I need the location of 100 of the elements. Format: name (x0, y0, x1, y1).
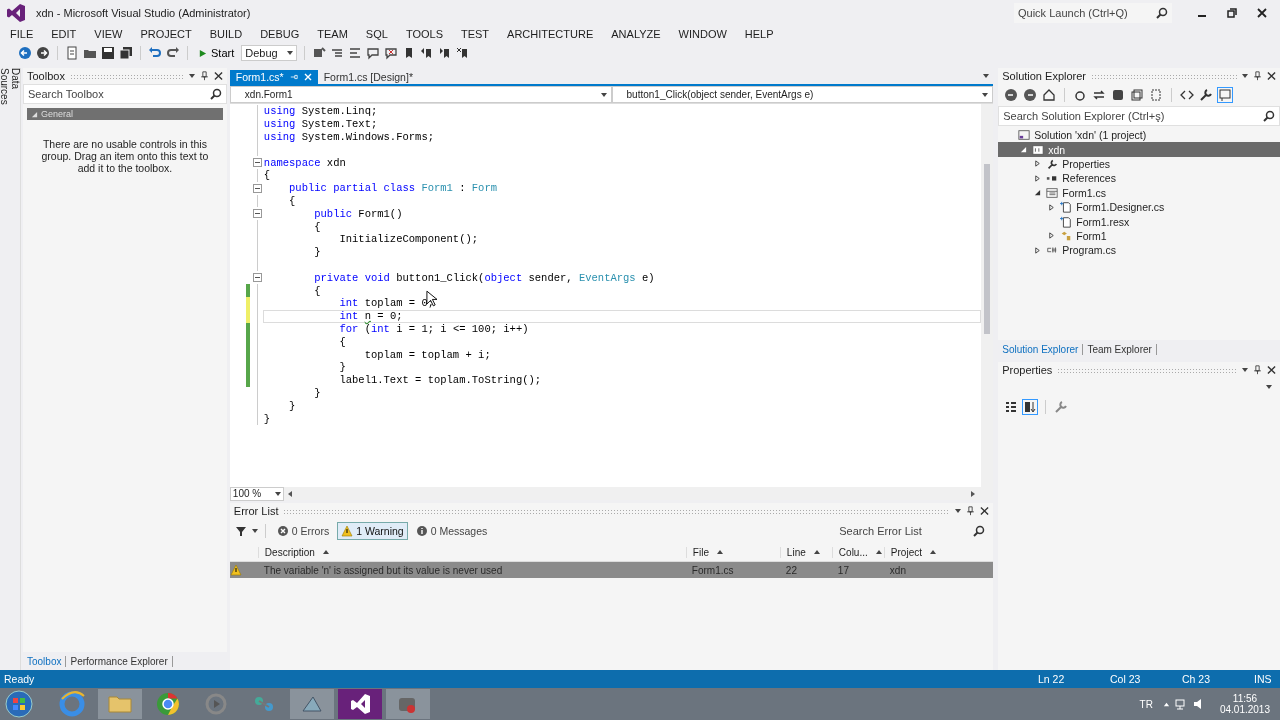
dropdown-arrow-icon[interactable] (188, 74, 195, 78)
search-field[interactable]: Search Solution Explorer (Ctrl+ş) (998, 106, 1280, 126)
new-project-icon[interactable] (65, 46, 79, 60)
network-tray-icon[interactable] (1173, 697, 1188, 711)
sync-icon[interactable] (1092, 88, 1107, 102)
document-tab[interactable]: Form1.cs [Design]* (317, 70, 419, 84)
filter-icon[interactable] (233, 524, 248, 538)
tree-item[interactable]: Program.cs (1062, 244, 1116, 257)
show-all-files-icon[interactable] (1149, 88, 1164, 102)
menu-item[interactable]: SQL (365, 28, 388, 40)
expander-icon[interactable] (1033, 174, 1041, 182)
menu-item[interactable]: EDIT (51, 28, 77, 40)
collapse-all-icon[interactable] (1130, 88, 1145, 102)
dropdown-arrow-icon[interactable] (1242, 368, 1248, 372)
save-all-icon[interactable] (119, 46, 133, 60)
dropdown-arrow-icon[interactable] (983, 74, 990, 78)
search-icon[interactable] (1263, 110, 1275, 122)
toolbox-group-header[interactable]: General (41, 109, 74, 119)
collapse-icon[interactable] (251, 181, 263, 195)
menu-item[interactable]: ANALYZE (611, 28, 661, 40)
scrollbar-thumb[interactable] (984, 164, 991, 334)
panel-tab[interactable]: Performance Explorer (66, 655, 173, 667)
column-header[interactable]: Description (264, 546, 315, 558)
save-icon[interactable] (101, 46, 115, 60)
pin-icon[interactable] (1253, 365, 1262, 375)
menu-item[interactable]: TOOLS (405, 28, 443, 40)
back-icon[interactable] (18, 46, 32, 60)
type-dropdown[interactable]: xdn.Form1 (229, 86, 612, 103)
alphabetical-icon[interactable] (1023, 400, 1038, 414)
panel-tab[interactable]: Solution Explorer (998, 343, 1084, 355)
tree-item[interactable]: Solution 'xdn' (1 project) (1034, 129, 1147, 142)
close-icon[interactable] (1267, 71, 1276, 81)
uncomment-icon[interactable] (384, 46, 399, 60)
find-icon[interactable] (312, 46, 327, 60)
tree-item[interactable]: Form1.cs (1062, 186, 1106, 199)
tree-item[interactable]: Form1 (1076, 229, 1107, 242)
member-dropdown[interactable]: button1_Click(object sender, EventArgs e) (611, 86, 994, 103)
menu-item[interactable]: WINDOW (678, 28, 727, 40)
undo-icon[interactable] (148, 46, 162, 60)
menu-item[interactable]: TEST (460, 28, 490, 40)
menu-item[interactable]: PROJECT (140, 28, 192, 40)
forward-icon[interactable] (1023, 88, 1038, 102)
dropdown-arrow-icon[interactable] (1266, 385, 1272, 389)
wrench-icon[interactable] (1199, 88, 1214, 102)
forward-icon[interactable] (36, 46, 50, 60)
home-icon[interactable] (1042, 88, 1057, 102)
menu-item[interactable]: FILE (10, 28, 34, 40)
search-input[interactable]: Search Solution Explorer (Ctrl+ş) (999, 107, 1259, 125)
tree-item[interactable]: xdn (1048, 143, 1066, 156)
search-input[interactable]: Search Toolbox (24, 85, 206, 103)
panel-tab[interactable]: Team Explorer (1083, 343, 1157, 355)
clock-date[interactable]: 04.01.2013 (1219, 704, 1270, 715)
menu-item[interactable]: DEBUG (260, 28, 300, 40)
pin-icon[interactable] (966, 506, 976, 516)
configuration-dropdown[interactable]: Debug (241, 45, 298, 61)
filter-button[interactable]: 0 Messages (411, 522, 492, 540)
view-code-icon[interactable] (1180, 88, 1195, 102)
menu-item[interactable]: ARCHITECTURE (507, 28, 594, 40)
scroll-left-icon[interactable] (287, 490, 292, 497)
tray-arrow-icon[interactable] (1162, 700, 1170, 708)
history-icon[interactable] (1073, 88, 1088, 102)
back-icon[interactable] (1004, 88, 1019, 102)
outdent-icon[interactable] (348, 46, 363, 60)
column-header[interactable]: File (692, 546, 709, 558)
column-header[interactable]: Line (786, 546, 806, 558)
pin-icon[interactable] (199, 71, 209, 81)
close-icon[interactable] (213, 71, 223, 81)
search-icon[interactable] (209, 88, 222, 100)
expander-icon[interactable] (1047, 203, 1055, 211)
expander-icon[interactable] (1019, 146, 1027, 154)
clock-time[interactable]: 11:56 (1232, 693, 1258, 704)
input-language[interactable]: TR (1133, 698, 1159, 710)
search-icon[interactable] (1156, 7, 1168, 19)
error-row[interactable]: The variable 'n' is assigned but its value is never used Form1.cs 22 17 xdn (229, 562, 994, 578)
tree-item[interactable]: Form1.Designer.cs (1076, 201, 1165, 214)
column-header[interactable]: Project (890, 546, 922, 558)
menu-item[interactable]: TEAM (317, 28, 348, 40)
scroll-right-icon[interactable] (971, 490, 976, 497)
tree-item[interactable]: References (1062, 172, 1116, 185)
menu-item[interactable]: HELP (744, 28, 774, 40)
dropdown-arrow-icon[interactable] (955, 509, 962, 513)
search-icon[interactable] (973, 525, 986, 537)
panel-tab[interactable]: Toolbox (23, 655, 67, 667)
preview-icon[interactable] (1218, 88, 1233, 102)
start-orb-icon[interactable] (4, 689, 34, 719)
restore-icon[interactable] (1226, 7, 1238, 19)
collapse-icon[interactable] (251, 271, 263, 285)
dropdown-arrow-icon[interactable] (251, 529, 258, 533)
menu-item[interactable]: BUILD (209, 28, 243, 40)
column-header[interactable]: Colu... (838, 546, 868, 558)
collapse-icon[interactable] (251, 156, 263, 169)
menu-item[interactable]: VIEW (94, 28, 123, 40)
start-button[interactable]: Start (195, 47, 238, 59)
close-icon[interactable] (1256, 7, 1268, 19)
indent-icon[interactable] (330, 46, 345, 60)
expander-icon[interactable] (1033, 246, 1041, 254)
visual-studio-icon[interactable] (338, 689, 382, 719)
expander-icon[interactable] (1033, 160, 1041, 168)
filter-button[interactable]: 1 Warning (337, 522, 408, 540)
redo-icon[interactable] (166, 46, 180, 60)
